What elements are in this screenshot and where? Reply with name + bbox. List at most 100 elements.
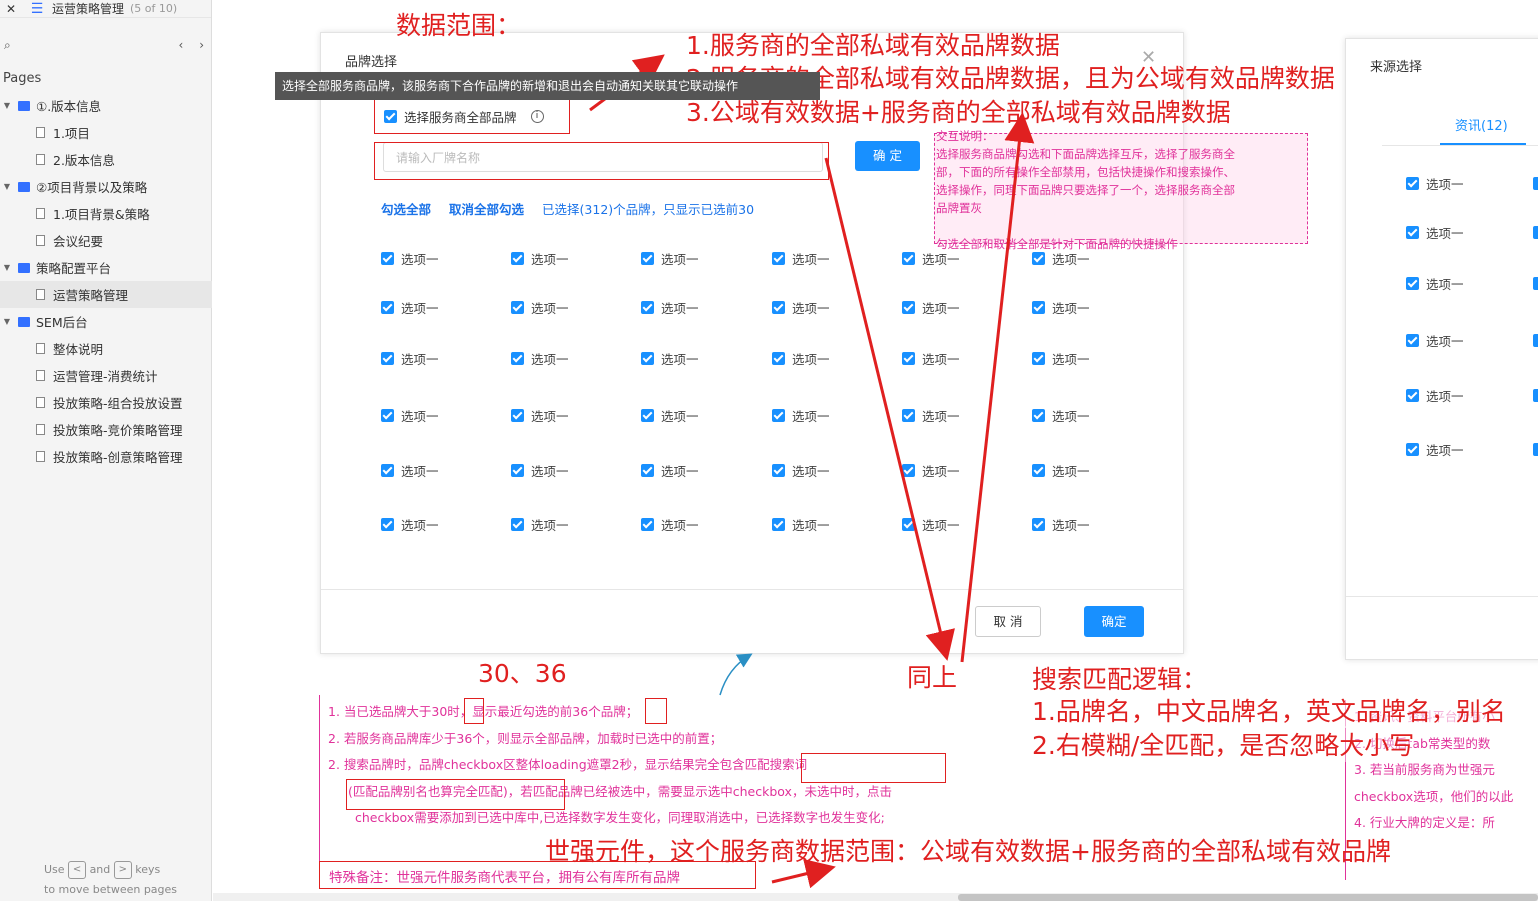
checkbox-checked-icon[interactable] xyxy=(641,352,654,365)
checkbox-checked-icon[interactable] xyxy=(1533,334,1538,347)
close-icon[interactable]: ✕ xyxy=(0,2,22,16)
checkbox-checked-icon[interactable] xyxy=(641,409,654,422)
checkbox-checked-icon[interactable] xyxy=(511,464,524,477)
checkbox-checked-icon[interactable] xyxy=(1406,277,1419,290)
source-option[interactable]: 选项一 xyxy=(1406,274,1464,293)
brand-option[interactable]: 选项一 xyxy=(772,349,830,368)
checkbox-checked-icon[interactable] xyxy=(641,301,654,314)
brand-option[interactable]: 选项一 xyxy=(381,515,439,534)
checkbox-checked-icon[interactable] xyxy=(1406,334,1419,347)
brand-option[interactable]: 选项一 xyxy=(1032,298,1090,317)
source-option[interactable]: 选项一 xyxy=(1406,386,1464,405)
brand-option[interactable]: 选项一 xyxy=(511,406,569,425)
brand-option[interactable]: 选项一 xyxy=(511,515,569,534)
sidebar-item[interactable]: 运营管理-消费统计 xyxy=(0,362,212,389)
brand-option[interactable]: 选项一 xyxy=(511,461,569,480)
caret-down-icon[interactable]: ▼ xyxy=(0,182,14,191)
chevron-left-icon[interactable]: ‹ xyxy=(179,38,184,52)
brand-option[interactable]: 选项一 xyxy=(772,461,830,480)
brand-option[interactable]: 选项一 xyxy=(1032,406,1090,425)
checkbox-checked-icon[interactable] xyxy=(511,409,524,422)
sidebar-item[interactable]: 投放策略-竞价策略管理 xyxy=(0,416,212,443)
brand-option[interactable]: 选项一 xyxy=(381,249,439,268)
checkbox-checked-icon[interactable] xyxy=(1406,443,1419,456)
checkbox-checked-icon[interactable] xyxy=(1032,409,1045,422)
brand-option[interactable]: 选项一 xyxy=(381,461,439,480)
brand-option[interactable]: 选项一 xyxy=(1032,461,1090,480)
sidebar-item[interactable]: ▼ SEM后台 xyxy=(0,308,212,335)
brand-option[interactable]: 选项一 xyxy=(772,249,830,268)
menu-icon[interactable]: ☰ xyxy=(22,1,52,17)
brand-option[interactable]: 选项一 xyxy=(772,298,830,317)
checkbox-checked-icon[interactable] xyxy=(772,352,785,365)
deselect-all-link[interactable]: 取消全部勾选 xyxy=(449,199,524,218)
brand-option[interactable]: 选项一 xyxy=(511,298,569,317)
sidebar-item[interactable]: 整体说明 xyxy=(0,335,212,362)
brand-option[interactable]: 选项一 xyxy=(511,349,569,368)
source-option[interactable]: 选项一 xyxy=(1406,440,1464,459)
checkbox-checked-icon[interactable] xyxy=(1533,177,1538,190)
brand-option[interactable]: 选项一 xyxy=(381,298,439,317)
checkbox-checked-icon[interactable] xyxy=(902,409,915,422)
checkbox-checked-icon[interactable] xyxy=(511,352,524,365)
checkbox-checked-icon[interactable] xyxy=(1533,277,1538,290)
checkbox-checked-icon[interactable] xyxy=(511,301,524,314)
brand-option[interactable]: 选项一 xyxy=(641,461,699,480)
sidebar-item[interactable]: 2.版本信息 xyxy=(0,146,212,173)
checkbox-checked-icon[interactable] xyxy=(902,464,915,477)
caret-down-icon[interactable]: ▼ xyxy=(0,101,14,110)
sidebar-item[interactable]: 1.项目 xyxy=(0,119,212,146)
checkbox-checked-icon[interactable] xyxy=(1406,389,1419,402)
checkbox-checked-icon[interactable] xyxy=(381,352,394,365)
brand-option[interactable]: 选项一 xyxy=(641,249,699,268)
brand-option[interactable]: 选项一 xyxy=(381,349,439,368)
checkbox-checked-icon[interactable] xyxy=(1533,226,1538,239)
checkbox-checked-icon[interactable] xyxy=(902,252,915,265)
checkbox-checked-icon[interactable] xyxy=(381,252,394,265)
sidebar-item[interactable]: 投放策略-组合投放设置 xyxy=(0,389,212,416)
caret-down-icon[interactable]: ▼ xyxy=(0,263,14,272)
brand-option[interactable]: 选项一 xyxy=(902,461,960,480)
sidebar-item[interactable]: 会议纪要 xyxy=(0,227,212,254)
sidebar-item[interactable]: ▼ 策略配置平台 xyxy=(0,254,212,281)
checkbox-checked-icon[interactable] xyxy=(772,464,785,477)
checkbox-checked-icon[interactable] xyxy=(772,518,785,531)
checkbox-checked-icon[interactable] xyxy=(1032,301,1045,314)
checkbox-checked-icon[interactable] xyxy=(1032,352,1045,365)
checkbox-checked-icon[interactable] xyxy=(902,301,915,314)
checkbox-checked-icon[interactable] xyxy=(1533,389,1538,402)
checkbox-checked-icon[interactable] xyxy=(902,518,915,531)
search-confirm-button[interactable]: 确 定 xyxy=(855,141,920,171)
checkbox-checked-icon[interactable] xyxy=(381,464,394,477)
checkbox-checked-icon[interactable] xyxy=(1406,226,1419,239)
brand-option[interactable]: 选项一 xyxy=(902,349,960,368)
sidebar-item[interactable]: ▼ ②项目背景以及策略 xyxy=(0,173,212,200)
brand-option[interactable]: 选项一 xyxy=(772,406,830,425)
brand-option[interactable]: 选项一 xyxy=(641,515,699,534)
sidebar-item[interactable]: 投放策略-创意策略管理 xyxy=(0,443,212,470)
brand-option[interactable]: 选项一 xyxy=(511,249,569,268)
brand-option[interactable]: 选项一 xyxy=(641,298,699,317)
checkbox-checked-icon[interactable] xyxy=(1406,177,1419,190)
brand-option[interactable]: 选项一 xyxy=(772,515,830,534)
sidebar-item[interactable]: 1.项目背景&策略 xyxy=(0,200,212,227)
checkbox-checked-icon[interactable] xyxy=(381,409,394,422)
scrollbar-thumb[interactable] xyxy=(958,894,1538,901)
brand-option[interactable]: 选项一 xyxy=(641,349,699,368)
search-icon[interactable]: ⌕ xyxy=(4,38,11,53)
ok-button[interactable]: 确定 xyxy=(1084,606,1144,637)
checkbox-checked-icon[interactable] xyxy=(381,301,394,314)
brand-option[interactable]: 选项一 xyxy=(902,406,960,425)
sidebar-item[interactable]: ▼ ①.版本信息 xyxy=(0,92,212,119)
select-all-link[interactable]: 勾选全部 xyxy=(381,199,431,218)
checkbox-checked-icon[interactable] xyxy=(772,252,785,265)
chevron-right-icon[interactable]: › xyxy=(199,38,204,52)
brand-option[interactable]: 选项一 xyxy=(1032,515,1090,534)
checkbox-checked-icon[interactable] xyxy=(772,301,785,314)
checkbox-checked-icon[interactable] xyxy=(381,518,394,531)
source-option[interactable]: 选项一 xyxy=(1406,331,1464,350)
checkbox-checked-icon[interactable] xyxy=(1032,518,1045,531)
checkbox-checked-icon[interactable] xyxy=(511,252,524,265)
source-option[interactable]: 选项一 xyxy=(1406,174,1464,193)
cancel-button[interactable]: 取 消 xyxy=(975,606,1041,637)
